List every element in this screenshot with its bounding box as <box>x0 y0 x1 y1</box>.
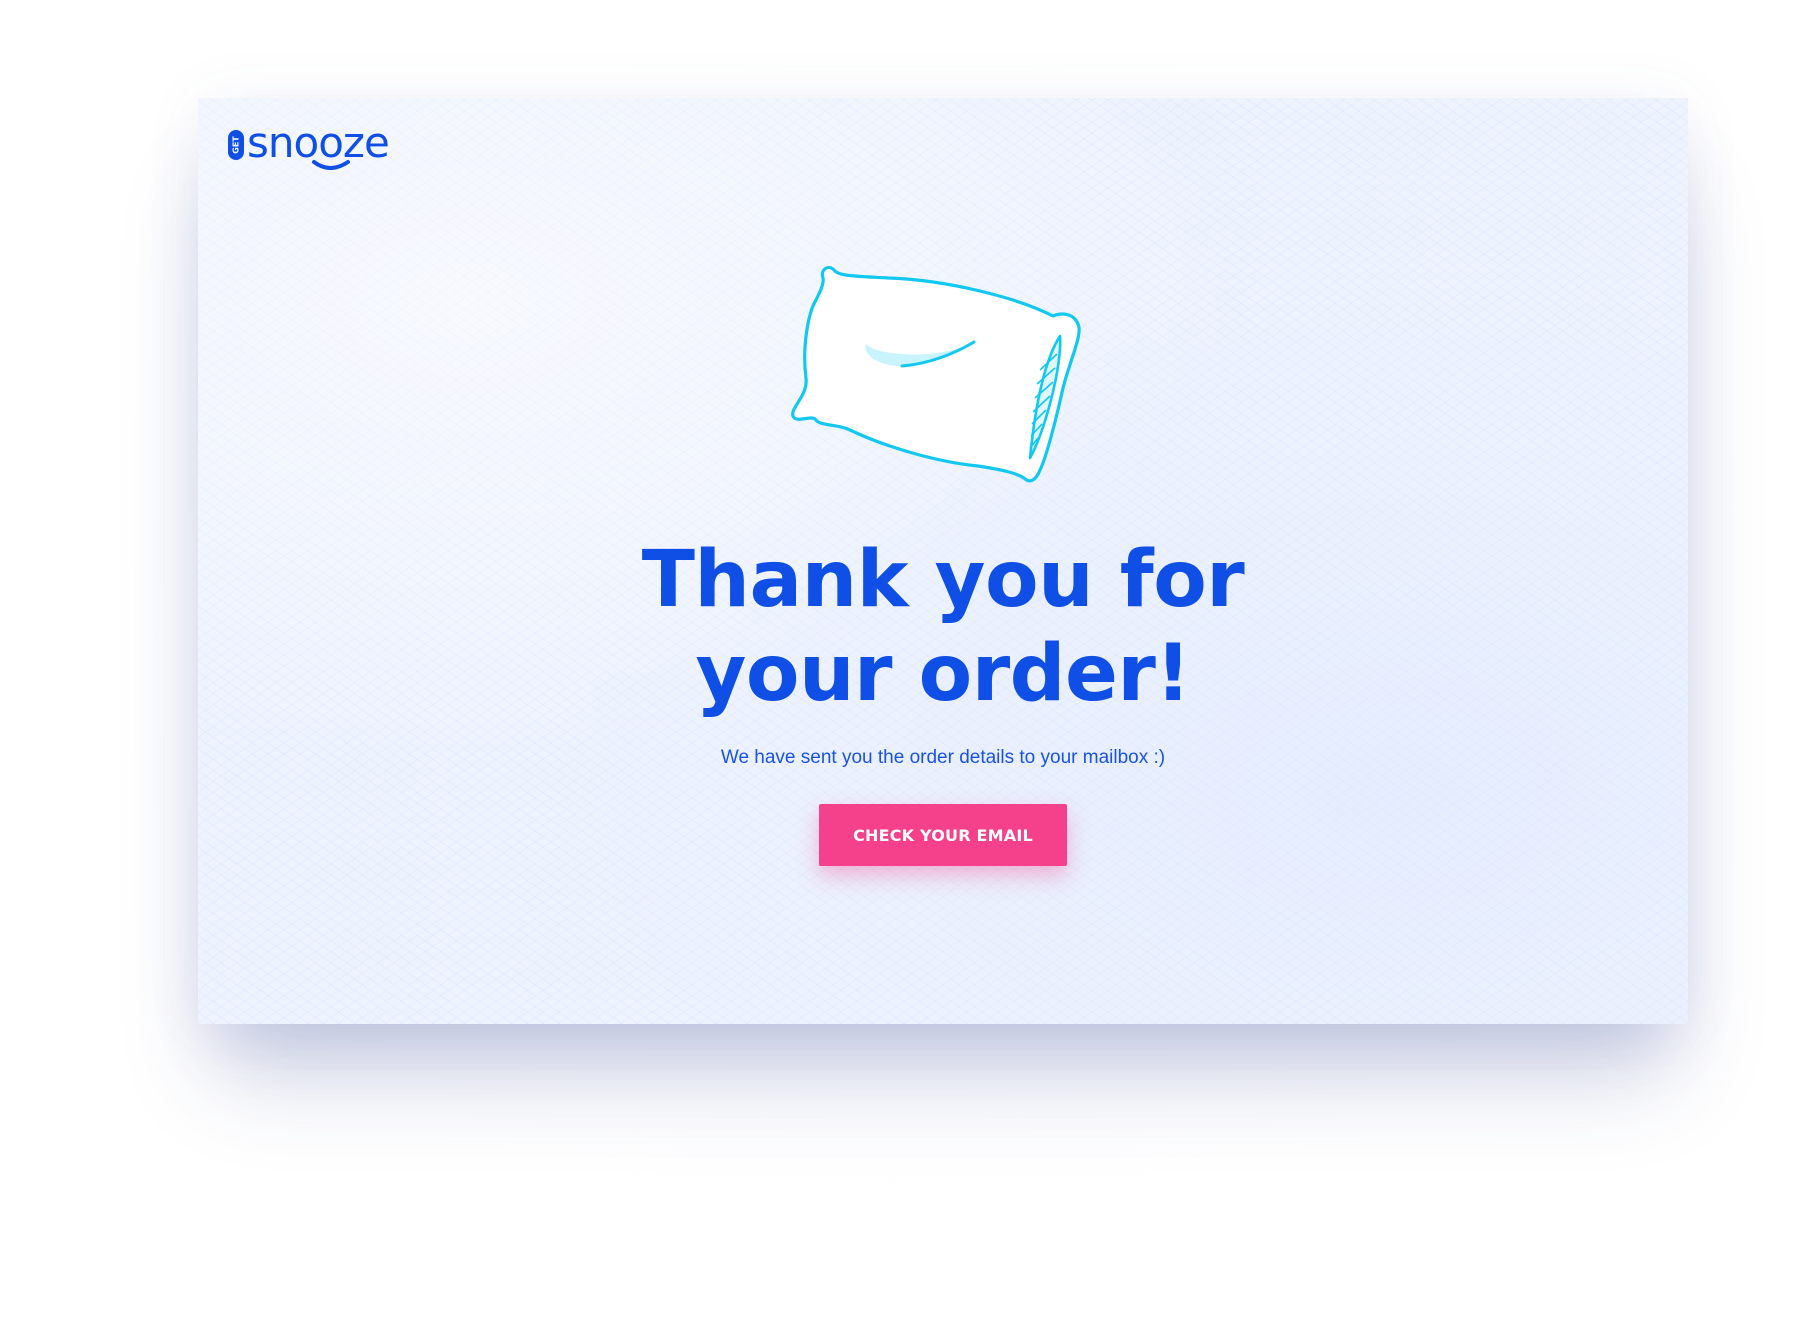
getsnooze-logo-mark: GET snooze <box>228 120 390 170</box>
page-title: Thank you for your order! <box>198 533 1688 721</box>
check-email-button[interactable]: CHECK YOUR EMAIL <box>819 804 1067 866</box>
page-background: GET snooze Thank you for your order! We … <box>0 0 1808 1322</box>
page-title-line-2: your order! <box>695 629 1191 719</box>
svg-text:snooze: snooze <box>247 120 389 167</box>
confirmation-message: We have sent you the order details to yo… <box>720 747 1166 768</box>
confirmation-page: GET snooze Thank you for your order! We … <box>198 98 1688 1024</box>
svg-text:GET: GET <box>232 136 241 154</box>
page-title-line-1: Thank you for <box>641 535 1245 625</box>
pillow-icon <box>778 258 1108 508</box>
getsnooze-logo[interactable]: GET snooze <box>228 120 428 170</box>
